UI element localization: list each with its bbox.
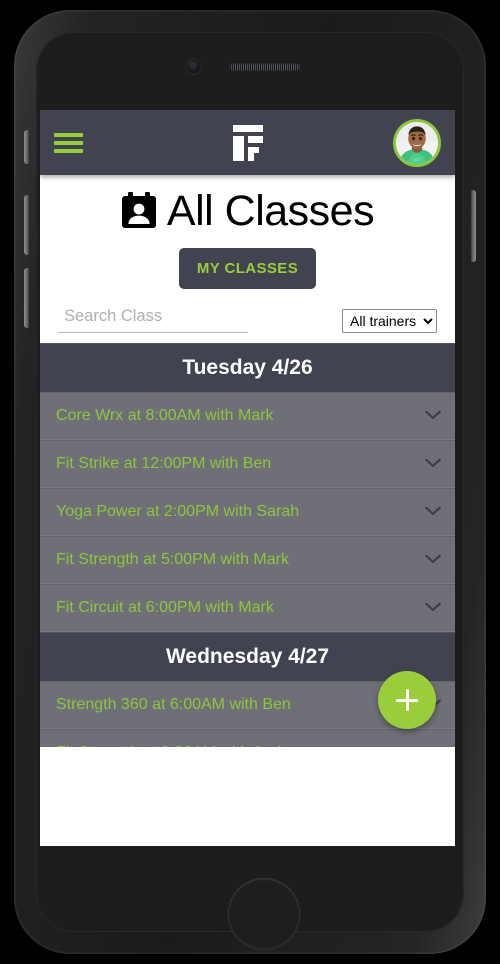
app-bar: FIT bbox=[40, 110, 455, 175]
class-schedule-list[interactable]: Tuesday 4/26 Core Wrx at 8:00AM with Mark… bbox=[40, 343, 455, 748]
class-label: Fit Circuit at 6:00PM with Mark bbox=[56, 599, 274, 617]
screen-bottom-filler bbox=[40, 747, 455, 846]
class-row[interactable]: Yoga Power at 2:00PM with Sarah bbox=[40, 488, 455, 537]
class-row[interactable]: Fit Strike at 12:00PM with Ben bbox=[40, 440, 455, 489]
day-header: Tuesday 4/26 bbox=[40, 343, 455, 393]
hamburger-menu-icon[interactable] bbox=[54, 132, 84, 154]
tf-logo bbox=[226, 121, 270, 165]
class-label: Yoga Power at 2:00PM with Sarah bbox=[56, 503, 300, 521]
class-row[interactable]: Fit Strength at 9:00AM with Andrew bbox=[40, 729, 455, 748]
power-button[interactable] bbox=[471, 190, 476, 262]
front-camera-icon bbox=[187, 60, 200, 73]
id-badge-icon bbox=[121, 191, 157, 232]
volume-down-button[interactable] bbox=[24, 268, 29, 328]
volume-up-button[interactable] bbox=[24, 195, 29, 255]
silence-switch[interactable] bbox=[24, 130, 29, 164]
search-input[interactable] bbox=[58, 305, 248, 334]
class-row[interactable]: Core Wrx at 8:00AM with Mark bbox=[40, 392, 455, 441]
page-title-row: All Classes bbox=[40, 175, 455, 239]
search-filter-row: All trainers bbox=[40, 293, 455, 344]
class-label: Fit Strength at 5:00PM with Mark bbox=[56, 551, 289, 569]
class-label: Strength 360 at 6:00AM with Ben bbox=[56, 696, 291, 714]
class-row[interactable]: Fit Circuit at 6:00PM with Mark bbox=[40, 584, 455, 633]
home-button[interactable] bbox=[228, 878, 300, 950]
plus-icon bbox=[396, 689, 418, 712]
svg-text:FIT: FIT bbox=[414, 157, 421, 162]
page-title: All Classes bbox=[166, 187, 375, 235]
chevron-down-icon[interactable] bbox=[425, 407, 441, 425]
app-screen: FIT All Classes MY CLASSES All trainers … bbox=[40, 110, 455, 846]
class-label: Fit Strength at 9:00AM with Andrew bbox=[56, 744, 425, 747]
class-label: Fit Strike at 12:00PM with Ben bbox=[56, 455, 272, 473]
class-label: Core Wrx at 8:00AM with Mark bbox=[56, 407, 274, 425]
trainer-filter-select[interactable]: All trainers bbox=[342, 309, 437, 334]
chevron-down-icon[interactable] bbox=[425, 599, 441, 617]
my-classes-button[interactable]: MY CLASSES bbox=[178, 248, 317, 290]
earpiece-speaker bbox=[229, 63, 301, 71]
my-classes-row: MY CLASSES bbox=[40, 238, 455, 294]
chevron-down-icon[interactable] bbox=[425, 503, 441, 521]
add-class-button[interactable] bbox=[378, 671, 436, 730]
chevron-down-icon[interactable] bbox=[425, 744, 441, 747]
avatar[interactable]: FIT bbox=[393, 118, 441, 167]
class-row[interactable]: Fit Strength at 5:00PM with Mark bbox=[40, 536, 455, 585]
chevron-down-icon[interactable] bbox=[425, 551, 441, 569]
chevron-down-icon[interactable] bbox=[425, 455, 441, 473]
